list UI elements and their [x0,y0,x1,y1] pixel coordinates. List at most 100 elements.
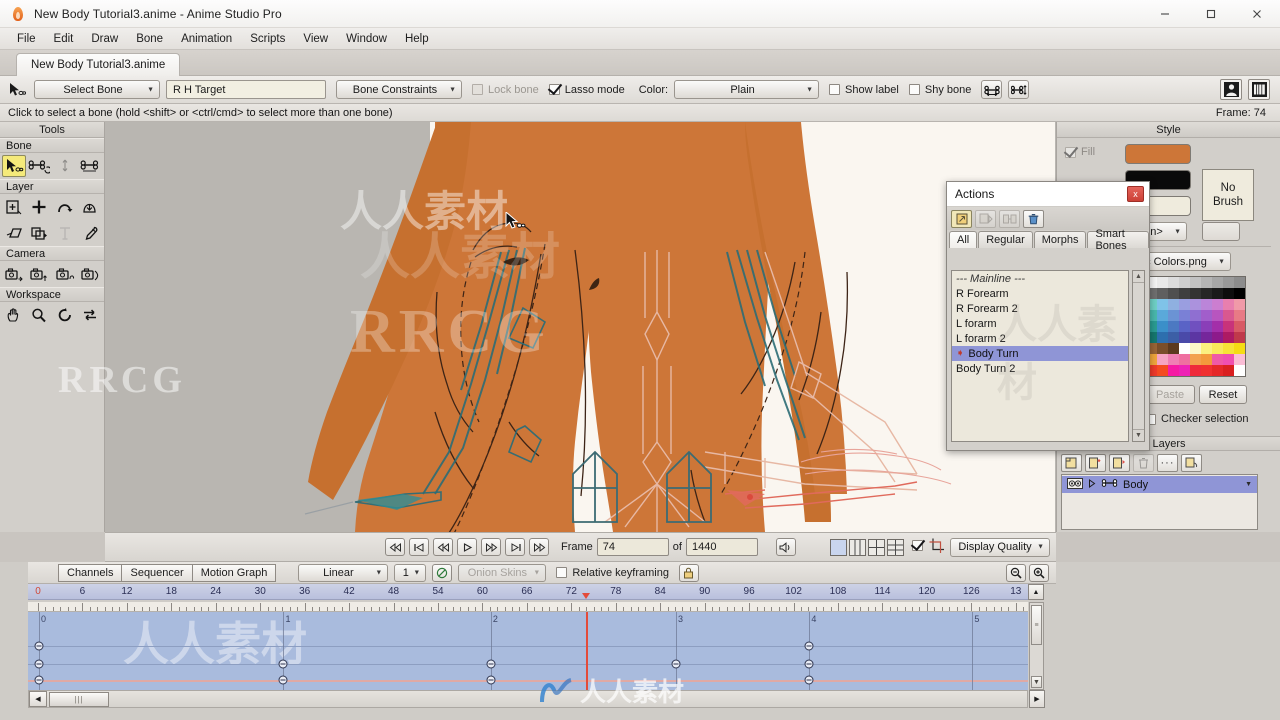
actions-list[interactable]: --- Mainline ---R ForearmR Forearm 2L fo… [951,270,1129,442]
palette-swatch[interactable] [1223,332,1234,343]
palette-swatch[interactable] [1212,310,1223,321]
palette-swatch[interactable] [1168,332,1179,343]
palette-swatch[interactable] [1168,365,1179,376]
close-button[interactable] [1234,0,1280,28]
action-item[interactable]: L forarm [952,316,1128,331]
bone-color-dropdown[interactable]: Plain ▼ [674,80,819,99]
timeline-hscrollbar[interactable]: ◀ ||| [28,690,1028,708]
tab-channels[interactable]: Channels [58,564,122,582]
actions-dialog[interactable]: Actions x All Regular [946,181,1150,451]
palette-swatch[interactable] [1234,299,1245,310]
palette-swatch[interactable] [1157,277,1168,288]
palette-swatch[interactable] [1168,354,1179,365]
layer-expand-icon[interactable] [1088,479,1096,491]
tool-add-layer[interactable] [2,196,26,218]
timeline-ruler[interactable]: 0612182430364248546066727884909610210811… [28,584,1028,600]
keyframe-marker[interactable] [35,642,44,651]
keyframe-marker[interactable] [35,660,44,669]
palette-swatch[interactable] [1234,277,1245,288]
reset-button[interactable]: Reset [1199,385,1247,404]
palette-swatch[interactable] [1212,299,1223,310]
tool-reset-workspace[interactable] [78,304,102,326]
palette-swatch[interactable] [1179,310,1190,321]
relative-keyframing-checkbox[interactable]: Relative keyframing [556,567,669,579]
palette-swatch[interactable] [1157,310,1168,321]
palette-swatch[interactable] [1234,321,1245,332]
tool-scale-layer[interactable] [78,196,102,218]
palette-swatch[interactable] [1201,277,1212,288]
layer-options-button[interactable]: ··· [1157,454,1178,472]
palette-swatch[interactable] [1201,288,1212,299]
palette-swatch[interactable] [1157,354,1168,365]
step-back-button[interactable] [433,538,453,556]
fill-color-swatch[interactable] [1125,144,1191,164]
new-action-button[interactable] [951,210,972,228]
keyframe-marker[interactable] [486,660,495,669]
lock-timeline-button[interactable] [679,564,699,582]
ruler-scroll-up-button[interactable]: ▲ [1028,584,1044,600]
palette-swatch[interactable] [1190,332,1201,343]
palette-swatch[interactable] [1201,354,1212,365]
scroll-down-icon[interactable]: ▼ [1031,676,1042,688]
menu-file[interactable]: File [8,31,45,47]
tool-roll-camera[interactable] [53,263,77,285]
maximize-button[interactable] [1188,0,1234,28]
menu-edit[interactable]: Edit [45,31,83,47]
scroll-right-button[interactable]: ▶ [1029,690,1045,708]
palette-swatch[interactable] [1223,277,1234,288]
checker-selection-checkbox[interactable]: Checker selection [1145,413,1248,425]
action-item-selected[interactable]: ➧Body Turn [952,346,1128,361]
two-view-button[interactable] [849,539,866,556]
scroll-down-icon[interactable]: ▼ [1133,429,1144,441]
palette-swatch[interactable] [1157,321,1168,332]
no-brush-button[interactable]: No Brush [1202,169,1254,221]
palette-swatch[interactable] [1201,299,1212,310]
palette-swatch[interactable] [1223,343,1234,354]
delete-action-button[interactable] [1023,210,1044,228]
palette-swatch[interactable] [1179,332,1190,343]
palette-swatch[interactable] [1234,332,1245,343]
hscroll-thumb[interactable]: ||| [49,692,109,707]
timeline-keyframe-area[interactable]: 人人素材 012345 [28,612,1028,690]
character-wizard-button[interactable] [1220,79,1242,100]
palette-swatch[interactable] [1223,299,1234,310]
menu-view[interactable]: View [294,31,337,47]
keyframe-marker[interactable] [279,660,288,669]
layer-visibility-icon[interactable] [1067,478,1083,492]
palette-swatch[interactable] [1190,288,1201,299]
new-layer-button[interactable] [1061,454,1082,472]
shy-bone-checkbox[interactable]: Shy bone [909,84,971,96]
palette-swatch[interactable] [1179,299,1190,310]
action-item[interactable]: --- Mainline --- [952,271,1128,286]
palette-swatch[interactable] [1179,321,1190,332]
tool-pan-workspace[interactable] [2,304,26,326]
menu-window[interactable]: Window [337,31,396,47]
palette-swatch[interactable] [1201,321,1212,332]
show-label-checkbox[interactable]: Show label [829,84,899,96]
disable-keyframe-button[interactable] [432,564,452,582]
tool-track-camera[interactable] [2,263,26,285]
content-library-button[interactable] [1248,79,1270,100]
action-item[interactable]: L forarm 2 [952,331,1128,346]
palette-swatch[interactable] [1168,299,1179,310]
tab-morphs[interactable]: Morphs [1034,231,1087,248]
tab-sequencer[interactable]: Sequencer [121,564,192,582]
action-item[interactable]: R Forearm 2 [952,301,1128,316]
palette-swatch[interactable] [1234,354,1245,365]
palette-swatch[interactable] [1168,321,1179,332]
fill-checkbox[interactable]: Fill [1065,146,1095,158]
tool-rotate-layer[interactable] [53,196,77,218]
chevron-down-icon[interactable]: ▼ [1245,481,1252,488]
paste-button[interactable]: Paste [1145,385,1195,404]
play-button[interactable] [457,538,477,556]
palette-swatch[interactable] [1168,277,1179,288]
tool-zoom-workspace[interactable] [27,304,51,326]
palette-swatch[interactable] [1201,365,1212,376]
action-item[interactable]: R Forearm [952,286,1128,301]
palette-swatch[interactable] [1212,343,1223,354]
tab-motion-graph[interactable]: Motion Graph [192,564,277,582]
delete-layer-button[interactable] [1133,454,1154,472]
palette-swatch[interactable] [1201,343,1212,354]
palette-swatch[interactable] [1190,354,1201,365]
palette-swatch[interactable] [1234,310,1245,321]
